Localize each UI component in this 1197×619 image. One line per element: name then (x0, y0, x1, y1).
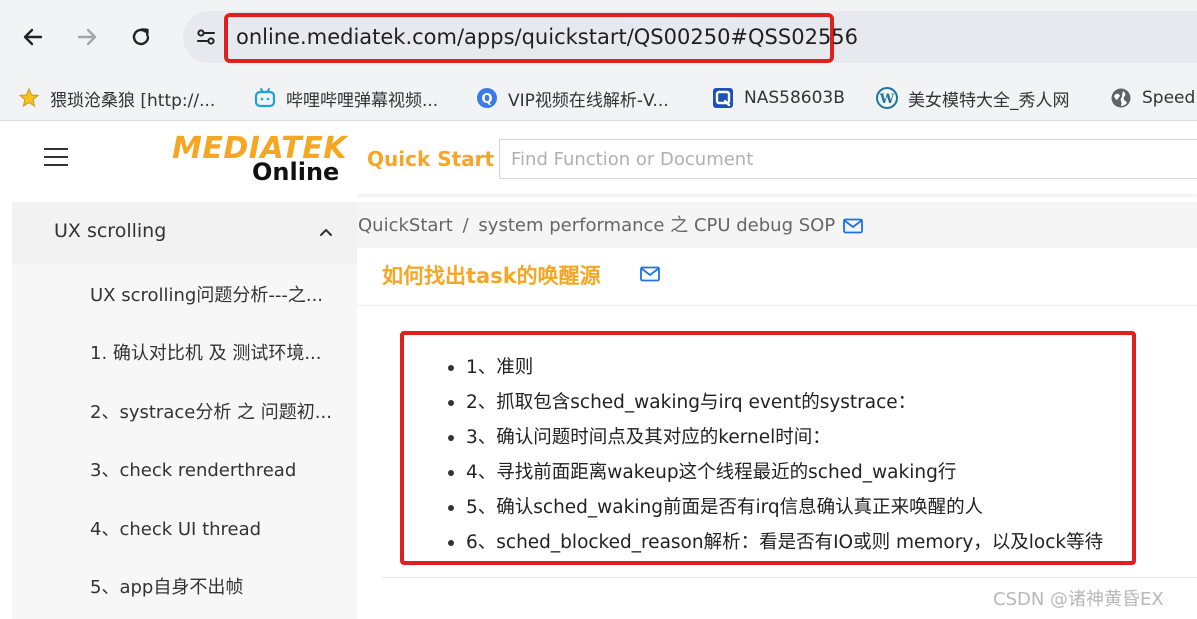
globe-icon (1110, 87, 1132, 109)
watermark: CSDN @诸神黄昏EX (993, 589, 1164, 610)
svg-text:Q: Q (481, 92, 492, 107)
sidebar-item[interactable]: 5、app自身不出帧 (90, 575, 243, 601)
search-input[interactable] (499, 139, 1197, 179)
list-item[interactable]: 3、确认问题时间点及其对应的kernel时间： (447, 420, 1103, 455)
sidebar-item[interactable]: 1. 确认对比机 及 测试环境... (90, 341, 322, 367)
wordpress-icon: W (876, 87, 898, 109)
list-item[interactable]: 6、sched_blocked_reason解析：看是否有IO或则 memory… (447, 525, 1103, 560)
back-button[interactable] (16, 20, 50, 54)
bookmarks-bar: 猥琐沧桑狼 [http://... 哔哩哔哩弹幕视频... Q VIP视频在线解… (0, 76, 1197, 121)
bookmark-label: NAS58603B (744, 88, 845, 108)
list-item[interactable]: 4、寻找前面距离wakeup这个线程最近的sched_waking行 (447, 455, 1103, 490)
bilibili-icon (254, 87, 276, 109)
url-text[interactable]: online.mediatek.com/apps/quickstart/QS00… (236, 22, 858, 52)
sidebar-item[interactable]: 3、check renderthread (90, 458, 296, 484)
bookmark-item[interactable]: W 美女模特大全_秀人网 (876, 83, 1070, 113)
reload-button[interactable] (124, 20, 158, 54)
bookmark-item[interactable]: Q VIP视频在线解析-V... (476, 83, 669, 113)
arrow-right-icon (77, 28, 97, 46)
mail-icon[interactable] (640, 266, 660, 286)
breadcrumb-root[interactable]: QuickStart (358, 215, 453, 236)
breadcrumb: QuickStart / system performance 之 CPU de… (358, 213, 835, 239)
mail-icon[interactable] (843, 218, 863, 238)
bookmark-label: VIP视频在线解析-V... (508, 90, 669, 111)
bookmark-item[interactable]: 哔哩哔哩弹幕视频... (254, 83, 438, 113)
sidebar-item[interactable]: 2、systrace分析 之 问题初... (90, 400, 332, 426)
divider (382, 577, 1197, 578)
bookmark-label: 哔哩哔哩弹幕视频... (286, 90, 439, 111)
bookmark-item[interactable]: Speed (1110, 83, 1195, 113)
sidebar-section-title[interactable]: UX scrolling (54, 218, 166, 244)
bookmark-label: Speed (1142, 88, 1196, 108)
chevron-up-icon[interactable] (318, 224, 334, 240)
logo-online[interactable]: Online (252, 158, 339, 186)
steps-list: 1、准则 2、抓取包含sched_waking与irq event的systra… (447, 350, 1103, 560)
breadcrumb-current[interactable]: system performance 之 CPU debug SOP (478, 215, 835, 236)
breadcrumb-separator: / (462, 215, 469, 236)
star-icon (18, 87, 40, 109)
list-item[interactable]: 2、抓取包含sched_waking与irq event的systrace： (447, 385, 1103, 420)
quick-start-link[interactable]: Quick Start (367, 146, 494, 172)
bookmark-item[interactable]: 猥琐沧桑狼 [http://... (18, 83, 215, 113)
arrow-left-icon (23, 28, 43, 46)
sidebar-item[interactable]: UX scrolling问题分析---之... (90, 283, 323, 309)
menu-icon[interactable] (44, 148, 68, 168)
bookmark-item[interactable]: NAS58603B (712, 83, 845, 113)
site-info-button[interactable] (191, 22, 221, 52)
q-icon: Q (476, 87, 498, 109)
sidebar-item[interactable]: 4、check UI thread (90, 517, 261, 543)
bookmark-label: 猥琐沧桑狼 [http://... (50, 90, 216, 111)
q-square-icon (712, 87, 734, 109)
list-item[interactable]: 1、准则 (447, 350, 1103, 385)
page-title: 如何找出task的唤醒源 (382, 264, 601, 288)
bookmark-label: 美女模特大全_秀人网 (908, 90, 1070, 111)
forward-button[interactable] (70, 20, 104, 54)
svg-text:W: W (879, 92, 895, 107)
reload-icon (132, 28, 150, 46)
sidebar-list (12, 264, 357, 619)
tune-icon (197, 29, 215, 45)
list-item[interactable]: 5、确认sched_waking前面是否有irq信息确认真正来唤醒的人 (447, 490, 1103, 525)
